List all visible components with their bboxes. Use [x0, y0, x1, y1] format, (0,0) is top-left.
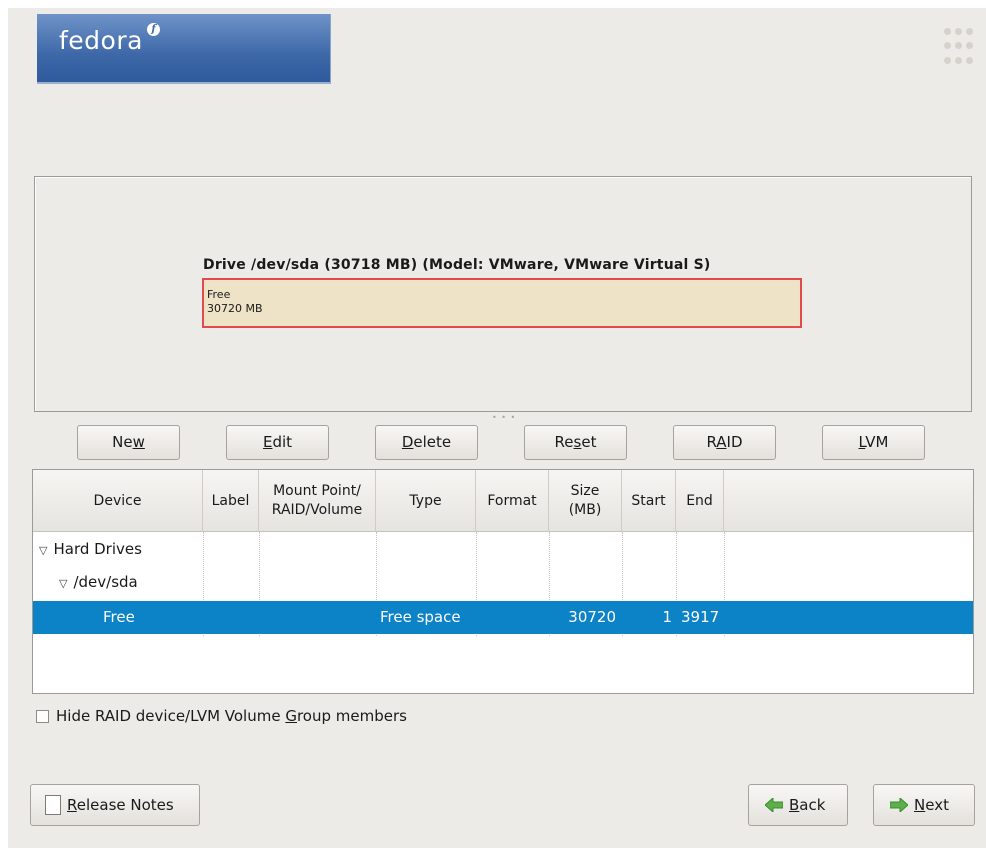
expander-down-icon[interactable]: ▽ — [39, 544, 47, 557]
row-device: Hard Drives — [53, 540, 142, 558]
expander-down-icon[interactable]: ▽ — [59, 577, 67, 590]
drive-panel: Drive /dev/sda (30718 MB) (Model: VMware… — [34, 176, 972, 412]
drive-title: Drive /dev/sda (30718 MB) (Model: VMware… — [203, 257, 711, 273]
edit-button[interactable]: Edit — [226, 425, 329, 460]
logo-text: fedora — [59, 26, 143, 55]
row-start: 1 — [662, 608, 672, 626]
fedora-infinity-icon: f — [147, 23, 160, 36]
lvm-button[interactable]: LVM — [822, 425, 925, 460]
row-device: /dev/sda — [73, 573, 138, 591]
dots-decoration-icon — [944, 28, 974, 68]
reset-button[interactable]: Reset — [524, 425, 627, 460]
back-arrow-icon — [765, 798, 783, 812]
partition-table[interactable]: Device Label Mount Point/RAID/Volume Typ… — [32, 469, 974, 694]
table-header: Device Label Mount Point/RAID/Volume Typ… — [33, 470, 973, 532]
column-header-label[interactable]: Label — [203, 470, 259, 532]
new-button[interactable]: New — [77, 425, 180, 460]
document-icon — [45, 795, 61, 815]
hide-members-checkbox[interactable] — [36, 710, 49, 723]
tree-row-dev-sda[interactable]: ▽ /dev/sda — [33, 566, 973, 599]
column-header-size[interactable]: Size (MB) — [549, 470, 622, 532]
pane-resize-handle[interactable]: • • • — [492, 413, 516, 422]
hide-members-label[interactable]: Hide RAID device/LVM Volume Group member… — [56, 707, 407, 725]
next-button[interactable]: Next — [873, 784, 975, 826]
fedora-logo: fedora f — [37, 14, 331, 84]
column-header-mount-point[interactable]: Mount Point/RAID/Volume — [259, 470, 376, 532]
back-button[interactable]: Back — [748, 784, 848, 826]
row-end: 3917 — [681, 608, 720, 626]
free-space-segment[interactable]: Free 30720 MB — [202, 278, 802, 328]
column-header-format[interactable]: Format — [476, 470, 549, 532]
segment-label: Free — [207, 288, 231, 301]
tree-row-free[interactable]: Free Free space 30720 1 3917 — [33, 601, 973, 634]
release-notes-button[interactable]: Release Notes — [30, 784, 200, 826]
column-header-end[interactable]: End — [676, 470, 724, 532]
row-size: 30720 — [568, 608, 616, 626]
delete-button[interactable]: Delete — [375, 425, 478, 460]
segment-size: 30720 MB — [207, 302, 263, 315]
column-header-start[interactable]: Start — [622, 470, 676, 532]
installer-window: fedora f Drive /dev/sda (30718 MB) (Mode… — [8, 8, 986, 848]
tree-row-hard-drives[interactable]: ▽ Hard Drives — [33, 533, 973, 566]
column-header-device[interactable]: Device — [33, 470, 203, 532]
row-type: Free space — [380, 608, 461, 626]
row-device: Free — [103, 608, 135, 626]
next-arrow-icon — [890, 798, 908, 812]
raid-button[interactable]: RAID — [673, 425, 776, 460]
column-header-type[interactable]: Type — [376, 470, 476, 532]
